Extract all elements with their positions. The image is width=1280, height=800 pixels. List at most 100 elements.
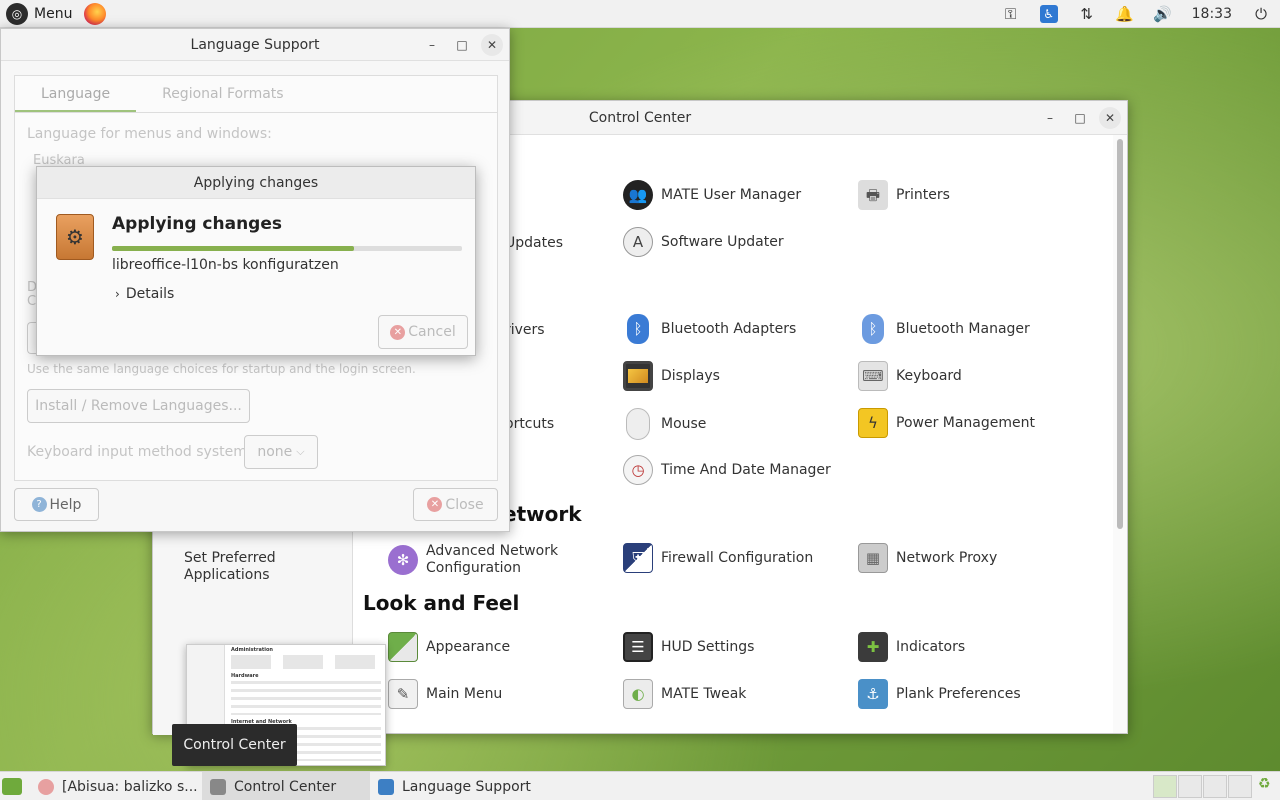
details-expander[interactable]: › Details <box>115 286 174 302</box>
item-mouse[interactable]: Mouse <box>623 408 706 440</box>
task-label: [Abisua: balizko s... <box>62 778 198 795</box>
clock-icon: ◷ <box>623 455 653 485</box>
install-remove-languages-button[interactable]: Install / Remove Languages... <box>27 389 250 423</box>
top-panel: ◎ Menu ⚿ ♿ ⇅ 🔔 🔊 18:33 ⏻ <box>0 0 1280 28</box>
item-network-proxy[interactable]: ▦ Network Proxy <box>858 543 997 573</box>
item-advanced-network[interactable]: ✻ Advanced Network Configuration <box>388 543 566 577</box>
item-label: Appearance <box>426 638 511 655</box>
item-label: Main Menu <box>426 685 503 702</box>
item-shortcuts[interactable]: ortcuts <box>505 416 554 433</box>
item-drivers[interactable]: rivers <box>505 322 545 339</box>
menu-label: Menu <box>34 5 73 22</box>
language-support-app-icon <box>378 778 394 795</box>
close-dialog-button[interactable]: ✕ Close <box>413 488 498 521</box>
input-method-value: none <box>257 444 293 460</box>
task-label: Control Center <box>234 778 337 795</box>
main-menu-button[interactable]: ◎ Menu <box>2 0 76 28</box>
hidden-label-c: C <box>27 294 37 309</box>
close-label: Close <box>445 496 484 513</box>
section-network-heading: etwork <box>503 502 582 526</box>
menus-language-label: Language for menus and windows: <box>27 126 272 142</box>
item-power-management[interactable]: ϟ Power Management <box>858 408 1035 438</box>
firefox-launcher-icon[interactable] <box>84 2 107 25</box>
item-firewall[interactable]: ⛨ Firewall Configuration <box>623 543 813 573</box>
item-software-updater[interactable]: A Software Updater <box>623 227 784 257</box>
printer-icon: 🖶 <box>858 180 888 210</box>
maximize-button[interactable]: □ <box>1069 107 1091 129</box>
input-method-select[interactable]: none ⌵ <box>244 435 318 469</box>
item-label: Plank Preferences <box>896 685 1021 702</box>
bluetooth-icon: ᛒ <box>627 314 649 344</box>
task-label: Language Support <box>402 778 531 795</box>
trash-icon[interactable]: ♻ <box>1258 776 1276 796</box>
power-management-icon: ϟ <box>858 408 888 438</box>
section-look-feel-heading: Look and Feel <box>363 591 520 615</box>
control-center-title: Control Center <box>588 109 692 126</box>
close-icon: ✕ <box>427 497 443 512</box>
users-icon: 👥 <box>623 180 653 210</box>
show-desktop-icon[interactable] <box>2 778 22 795</box>
workspace-1[interactable] <box>1153 775 1177 798</box>
workspace-3[interactable] <box>1203 775 1227 798</box>
close-button[interactable]: ✕ <box>481 34 503 56</box>
item-label: HUD Settings <box>661 638 755 655</box>
language-support-titlebar[interactable]: Language Support – □ ✕ <box>1 29 509 61</box>
item-indicators[interactable]: ✚ Indicators <box>858 632 965 662</box>
item-label: rivers <box>505 322 545 338</box>
toggle-switches-icon: ◐ <box>623 679 653 709</box>
tab-language[interactable]: Language <box>15 76 137 112</box>
progress-bar <box>112 246 462 251</box>
item-label: MATE User Manager <box>661 186 802 203</box>
item-plank-preferences[interactable]: ⚓ Plank Preferences <box>858 679 1021 709</box>
item-printers[interactable]: 🖶 Printers <box>858 180 950 210</box>
task-notification[interactable]: [Abisua: balizko s... <box>30 772 200 800</box>
volume-icon[interactable]: 🔊 <box>1144 0 1182 28</box>
item-mate-tweak[interactable]: ◐ MATE Tweak <box>623 679 746 709</box>
item-bluetooth-adapters[interactable]: ᛒ Bluetooth Adapters <box>623 314 796 344</box>
task-control-center[interactable]: Control Center <box>202 772 370 800</box>
item-main-menu[interactable]: ✎ Main Menu <box>388 679 502 709</box>
item-time-date[interactable]: ◷ Time And Date Manager <box>623 455 831 485</box>
item-hud-settings[interactable]: ☰ HUD Settings <box>623 632 754 662</box>
item-label: Software Updater <box>661 233 784 250</box>
power-icon[interactable]: ⏻ <box>1242 0 1280 28</box>
cancel-button[interactable]: ✕ Cancel <box>378 315 468 349</box>
item-label: Network Proxy <box>896 549 998 566</box>
workspace-4[interactable] <box>1228 775 1252 798</box>
accessibility-icon[interactable]: ♿ <box>1030 0 1068 28</box>
item-keyboard[interactable]: ⌨ Keyboard <box>858 361 962 391</box>
software-updater-icon: A <box>623 227 653 257</box>
item-displays[interactable]: Displays <box>623 361 720 391</box>
preview-heading: Administration <box>231 647 273 653</box>
help-button[interactable]: ? Help <box>14 488 99 521</box>
ubuntu-mate-logo-icon: ◎ <box>6 2 28 25</box>
menu-editor-icon: ✎ <box>388 679 418 709</box>
item-appearance[interactable]: Appearance <box>388 632 510 662</box>
minimize-button[interactable]: – <box>1039 107 1061 129</box>
control-center-app-icon <box>210 778 226 795</box>
clock[interactable]: 18:33 <box>1182 0 1242 28</box>
package-gear-icon: ⚙ <box>56 214 94 260</box>
minimize-button[interactable]: – <box>421 34 443 56</box>
item-updates[interactable]: Updates <box>505 235 563 252</box>
cancel-label: Cancel <box>408 324 456 340</box>
close-button[interactable]: ✕ <box>1099 107 1121 129</box>
help-label: Help <box>49 496 82 513</box>
bottom-taskbar: [Abisua: balizko s... Control Center Lan… <box>0 771 1280 800</box>
key-icon[interactable]: ⚿ <box>992 0 1030 28</box>
item-label: Updates <box>505 235 563 251</box>
task-language-support[interactable]: Language Support <box>370 772 538 800</box>
dialog-titlebar[interactable]: Applying changes <box>37 167 475 199</box>
sidebar-item-preferred-apps[interactable]: Set Preferred Applications <box>184 550 334 584</box>
appearance-icon <box>388 632 418 662</box>
item-bluetooth-manager[interactable]: ᛒ Bluetooth Manager <box>858 314 1030 344</box>
item-user-manager[interactable]: 👥 MATE User Manager <box>623 180 801 210</box>
scrollbar[interactable] <box>1117 139 1123 529</box>
workspace-2[interactable] <box>1178 775 1202 798</box>
cancel-icon: ✕ <box>390 324 406 340</box>
tab-regional-formats[interactable]: Regional Formats <box>136 76 309 112</box>
preview-rows <box>231 655 381 669</box>
notification-bell-icon[interactable]: 🔔 <box>1106 0 1144 28</box>
maximize-button[interactable]: □ <box>451 34 473 56</box>
network-icon[interactable]: ⇅ <box>1068 0 1106 28</box>
